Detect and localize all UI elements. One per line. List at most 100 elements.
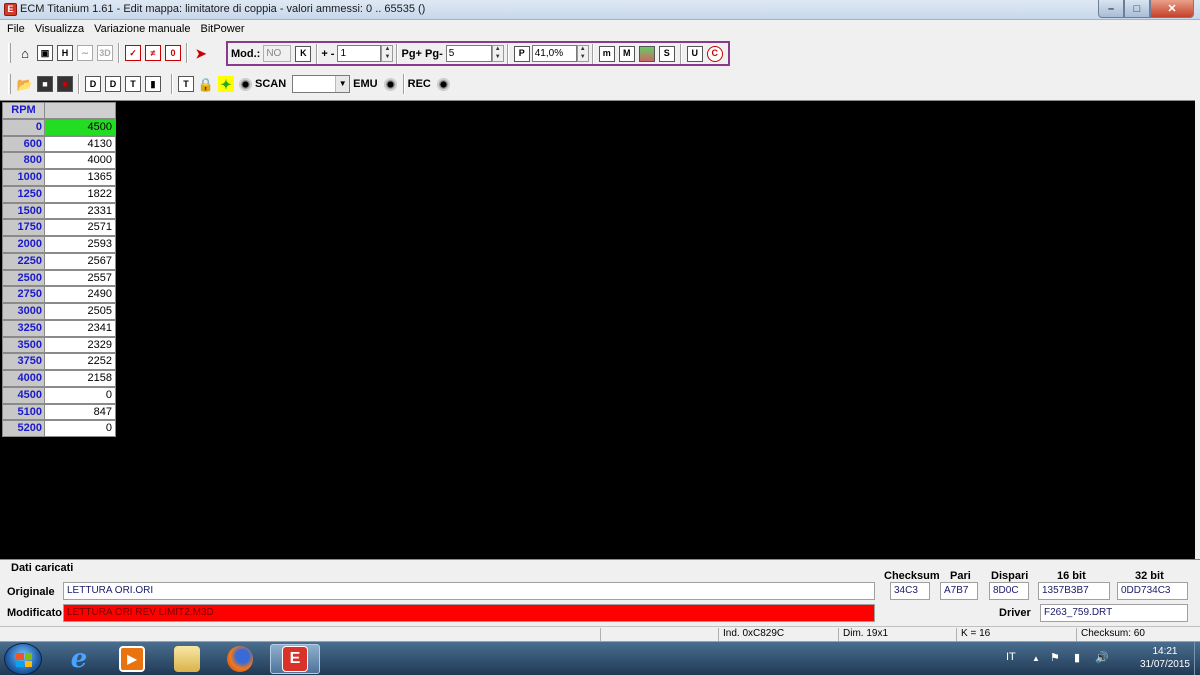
action-center-flag-icon[interactable]: ⚑	[1050, 651, 1060, 664]
runner-icon[interactable]: ✦	[218, 76, 234, 92]
table-row: 1500 2331	[2, 202, 116, 220]
toolbar-grip[interactable]	[8, 74, 11, 94]
menu-variazione-manuale[interactable]: Variazione manuale	[89, 23, 195, 35]
pari-label: Pari	[950, 570, 971, 582]
value-cell[interactable]: 2252	[45, 353, 116, 370]
chevron-down-icon[interactable]: ▼	[335, 76, 350, 92]
minimize-button[interactable]: –	[1098, 0, 1124, 18]
mod-field[interactable]: NO	[263, 45, 292, 62]
rpm-cell: 2750	[2, 286, 45, 303]
rec-label: REC	[407, 78, 431, 90]
taskbar-explorer[interactable]	[162, 644, 212, 674]
toolbar-separator	[396, 43, 399, 64]
menu-bitpower[interactable]: BitPower	[195, 23, 249, 35]
m-large-button[interactable]: M	[618, 45, 635, 62]
toolbar-separator	[402, 74, 405, 94]
chart-2d-icon[interactable]: ∼	[77, 45, 93, 61]
value-cell[interactable]: 2567	[45, 252, 116, 270]
clock[interactable]: 14:21 31/07/2015	[1140, 645, 1190, 671]
c-button[interactable]: C	[706, 45, 723, 62]
percent-spinner[interactable]: ▲ ▼	[576, 45, 589, 62]
pg-label: Pg+ Pg-	[401, 47, 443, 60]
volume-icon[interactable]: 🔊	[1095, 651, 1109, 664]
arrow-icon[interactable]: ➤	[193, 45, 209, 61]
value-cell[interactable]: 2331	[45, 202, 116, 220]
modificato-field[interactable]: LETTURA ORI REV LIMIT2.M3D	[63, 604, 875, 622]
taskbar-ie[interactable]: e	[54, 644, 104, 674]
taskbar-firefox[interactable]	[215, 644, 265, 674]
start-button[interactable]	[4, 643, 42, 675]
record-dot-icon[interactable]	[239, 77, 252, 91]
taskbar-ecm-titanium[interactable]: E	[270, 644, 320, 674]
maximize-button[interactable]: □	[1124, 0, 1150, 18]
show-hidden-icons-icon[interactable]: ▲	[1032, 654, 1040, 663]
menu-visualizza[interactable]: Visualizza	[30, 23, 89, 35]
table-row: 800 4000	[2, 152, 116, 169]
percent-input[interactable]: 41,0%	[531, 45, 577, 62]
save-icon[interactable]: ■	[37, 76, 53, 92]
windows-icon[interactable]: ▣	[37, 45, 53, 61]
scan-select[interactable]: ▼	[292, 75, 351, 93]
main-toolbar: ⌂ ▣ H ∼ 3D ✓ ≠ 0 ➤	[8, 41, 211, 65]
check-icon[interactable]: ✓	[125, 45, 141, 61]
firefox-icon	[227, 646, 253, 672]
mod-label: Mod.:	[231, 47, 261, 60]
rec-toggle[interactable]	[436, 77, 450, 91]
originale-field[interactable]: LETTURA ORI.ORI	[63, 582, 875, 600]
dispari-label: Dispari	[991, 570, 1029, 582]
toolbar-grip[interactable]	[8, 43, 11, 63]
pg-input[interactable]: 5	[445, 45, 492, 62]
k-button[interactable]: K	[295, 45, 312, 62]
t-button-icon[interactable]: T	[178, 76, 194, 92]
value-cell[interactable]: 2490	[45, 286, 116, 303]
s-button[interactable]: S	[658, 45, 675, 62]
value-cell[interactable]: 2158	[45, 370, 116, 387]
value-cell[interactable]: 2593	[45, 236, 116, 253]
value-cell[interactable]: 4500	[45, 118, 116, 136]
modificato-label: Modificato	[7, 607, 62, 619]
table-row: 0 4500	[2, 118, 116, 136]
doc1-icon[interactable]: D	[85, 76, 101, 92]
value-cell[interactable]: 4130	[45, 135, 116, 153]
compare-icon[interactable]: ≠	[145, 45, 161, 61]
taskbar: e ▶ E IT ▲ ⚑ ▮ 🔊 14:21 31/07/2015	[0, 641, 1200, 675]
lock-icon[interactable]: 🔒	[198, 76, 214, 92]
value-cell[interactable]: 2505	[45, 303, 116, 320]
save-as-icon[interactable]: ■	[57, 76, 73, 92]
home-icon[interactable]: ⌂	[17, 45, 33, 61]
doc4-icon[interactable]: ▮	[145, 76, 161, 92]
language-indicator[interactable]: IT	[1006, 651, 1016, 663]
value-cell[interactable]: 0	[45, 420, 116, 437]
map-icon[interactable]	[638, 45, 655, 62]
value-header	[45, 102, 116, 119]
doc2-icon[interactable]: D	[105, 76, 121, 92]
value-cell[interactable]: 2557	[45, 269, 116, 287]
menu-file[interactable]: File	[2, 23, 30, 35]
close-button[interactable]: ✕	[1150, 0, 1194, 18]
value-cell[interactable]: 1822	[45, 185, 116, 203]
open-folder-icon[interactable]: 📂	[17, 76, 33, 92]
doc3-icon[interactable]: T	[125, 76, 141, 92]
show-desktop-button[interactable]	[1194, 642, 1200, 675]
chart-3d-icon[interactable]: 3D	[97, 45, 113, 61]
step-input[interactable]: 1	[337, 45, 382, 62]
value-cell[interactable]: 2341	[45, 319, 116, 337]
table-row: 600 4130	[2, 135, 116, 153]
value-cell[interactable]: 2571	[45, 219, 116, 236]
power-icon[interactable]: ▮	[1074, 651, 1080, 664]
value-cell[interactable]: 2329	[45, 336, 116, 354]
u-button[interactable]: U	[686, 45, 703, 62]
taskbar-media-player[interactable]: ▶	[107, 644, 157, 674]
value-cell[interactable]: 4000	[45, 152, 116, 169]
p-button[interactable]: P	[513, 45, 530, 62]
value-cell[interactable]: 1365	[45, 169, 116, 186]
zero-icon[interactable]: 0	[165, 45, 181, 61]
emu-toggle[interactable]	[383, 77, 397, 91]
m-small-button[interactable]: m	[598, 45, 615, 62]
hex-view-icon[interactable]: H	[57, 45, 73, 61]
value-cell[interactable]: 847	[45, 403, 116, 421]
value-cell[interactable]: 0	[45, 386, 116, 404]
step-spinner[interactable]: ▲ ▼	[381, 45, 394, 62]
media-player-icon: ▶	[119, 646, 145, 672]
pg-spinner[interactable]: ▲ ▼	[491, 45, 504, 62]
